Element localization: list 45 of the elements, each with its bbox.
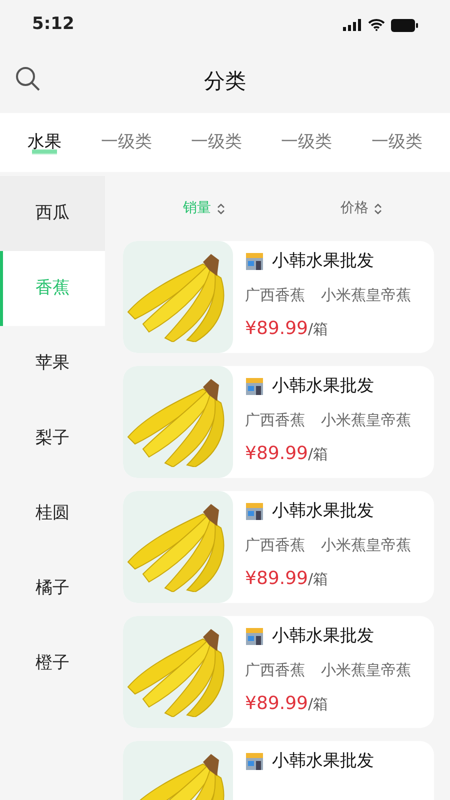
product-tag: 小米蕉皇帝蕉 [321,534,411,556]
product-tag: 广西香蕉 [245,534,305,556]
shop-icon [245,753,264,770]
shop-name: 小韩水果批发 [272,375,374,398]
status-time: 5:12 [32,13,74,36]
product-tag: 小米蕉皇帝蕉 [321,658,411,681]
product-tag: 小米蕉皇帝蕉 [321,284,411,306]
product-price: ¥89.99 [245,442,308,466]
product-tag: 广西香蕉 [245,658,305,681]
shop-icon [245,503,264,520]
product-price: ¥89.99 [245,567,308,591]
sidebar-item[interactable]: 西瓜 [0,176,105,251]
shop-icon [245,253,264,270]
shop-name: 小韩水果批发 [272,750,374,773]
category-tab[interactable]: 一级类 [96,130,156,156]
product-card[interactable]: 小韩水果批发 [123,741,434,800]
sort-arrows-icon [374,202,382,214]
search-icon[interactable] [15,66,41,92]
product-price: ¥89.99 [245,692,308,716]
shop-icon [245,378,264,396]
shop-name: 小韩水果批发 [272,625,374,648]
product-card[interactable]: 小韩水果批发 广西香蕉 小米蕉皇帝蕉 ¥89.99/箱 [123,366,434,478]
price-unit: /箱 [308,319,328,340]
product-tag: 广西香蕉 [245,408,305,431]
page-title: 分类 [204,68,246,95]
shop-name: 小韩水果批发 [272,500,374,523]
product-card[interactable]: 小韩水果批发 广西香蕉 小米蕉皇帝蕉 ¥89.99/箱 [123,491,434,603]
wifi-icon [368,19,385,31]
product-tag: 小米蕉皇帝蕉 [321,408,411,431]
product-tag: 广西香蕉 [245,284,305,306]
sort-button[interactable]: 价格 [340,198,382,219]
price-unit: /箱 [308,569,328,590]
shop-icon [245,628,264,646]
product-card[interactable]: 小韩水果批发 广西香蕉 小米蕉皇帝蕉 ¥89.99/箱 [123,241,434,353]
sort-arrows-icon [216,202,225,214]
product-price: ¥89.99 [245,317,308,341]
price-unit: /箱 [308,444,328,465]
category-tab[interactable]: 一级类 [186,130,246,156]
price-unit: /箱 [308,694,328,715]
category-tab[interactable]: 一级类 [367,130,426,156]
category-tab[interactable]: 一级类 [277,130,336,156]
battery-icon [391,18,418,32]
signal-icon [343,19,362,31]
product-card[interactable]: 小韩水果批发 广西香蕉 小米蕉皇帝蕉 ¥89.99/箱 [123,616,434,728]
shop-name: 小韩水果批发 [272,250,374,273]
